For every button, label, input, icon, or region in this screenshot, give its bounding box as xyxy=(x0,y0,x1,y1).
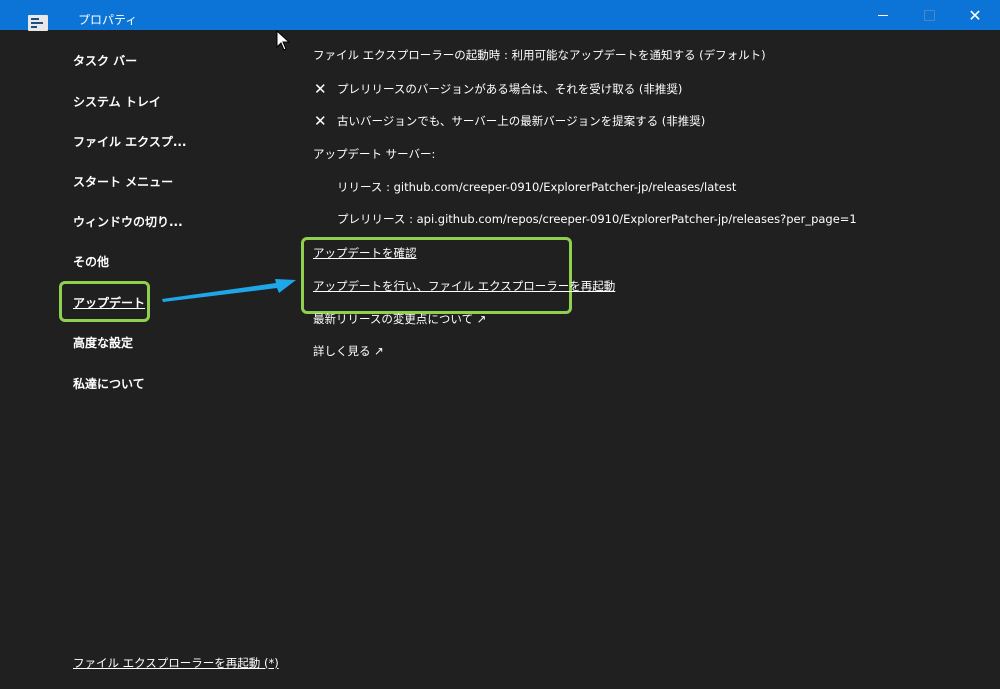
update-server-heading: アップデート サーバー: xyxy=(313,147,436,161)
prerelease-server-url[interactable]: プレリリース : api.github.com/repos/creeper-09… xyxy=(337,211,857,227)
prerelease-option[interactable]: プレリリースのバージョンがある場合は、それを受け取る (非推奨) xyxy=(337,81,682,97)
update-and-restart-link[interactable]: アップデートを行い、ファイル エクスプローラーを再起動 xyxy=(313,278,615,294)
check-updates-link[interactable]: アップデートを確認 xyxy=(313,245,417,261)
unchecked-x-icon[interactable]: ✕ xyxy=(314,112,327,130)
release-server-url[interactable]: リリース : github.com/creeper-0910/ExplorerP… xyxy=(337,179,736,195)
learn-more-link[interactable]: 詳しく見る ↗ xyxy=(313,343,384,359)
release-notes-link[interactable]: 最新リリースの変更点について ↗ xyxy=(313,311,486,327)
older-version-option[interactable]: 古いバージョンでも、サーバー上の最新バージョンを提案する (非推奨) xyxy=(337,113,705,129)
unchecked-x-icon[interactable]: ✕ xyxy=(314,80,327,98)
startup-notification-setting[interactable]: ファイル エクスプローラーの起動時 : 利用可能なアップデートを通知する (デフ… xyxy=(313,47,766,63)
arrow-shape xyxy=(162,279,296,302)
pointer-arrow xyxy=(162,279,296,302)
